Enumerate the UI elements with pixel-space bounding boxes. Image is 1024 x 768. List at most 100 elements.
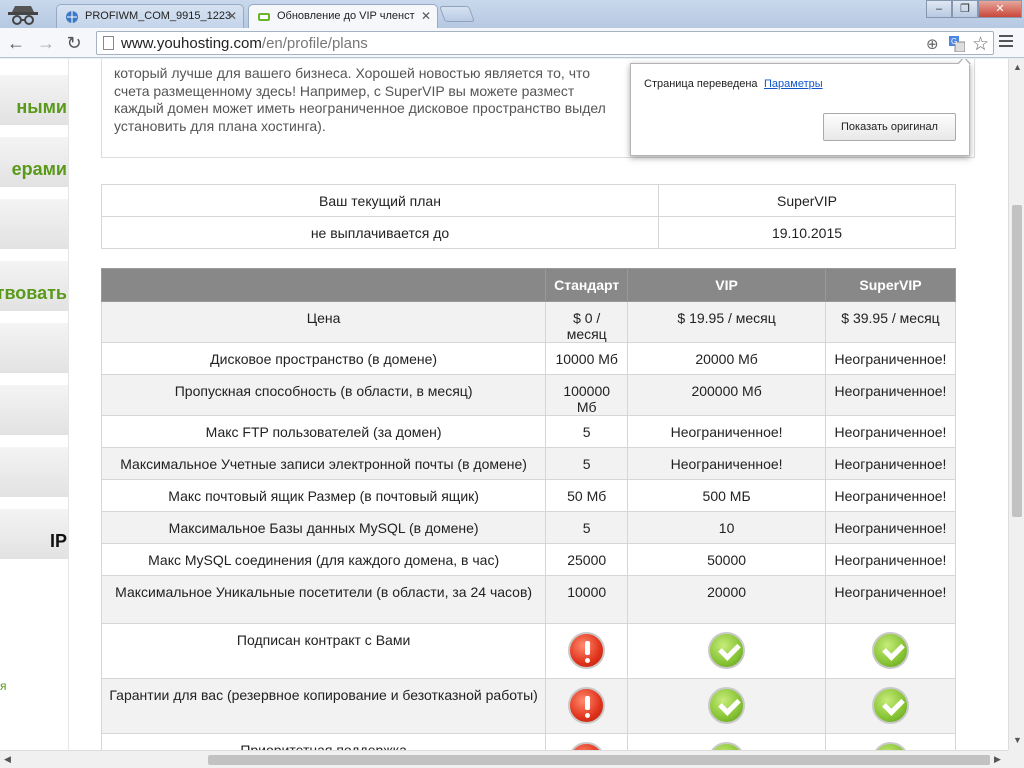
error-icon	[568, 632, 606, 669]
restore-button[interactable]: ❐	[952, 0, 978, 18]
table-row: Цена $ 0 / месяц $ 19.95 / месяц $ 39.95 / …	[100, 301, 956, 343]
scroll-right-icon[interactable]: ▶	[994, 754, 1001, 765]
sidebar-item[interactable]	[0, 385, 69, 441]
scroll-up-icon[interactable]: ▲	[1013, 62, 1022, 72]
table-row: Максимальное Учетные записи электронной …	[100, 447, 956, 480]
plan-value	[545, 623, 629, 679]
sidebar: ными ерами твовать IP я	[0, 59, 69, 750]
plan-value	[627, 733, 826, 750]
feature-label: Макс почтовый ящик Размер (в почтовый ящ…	[100, 479, 547, 512]
plan-value: $ 19.95 / месяц	[627, 301, 826, 343]
plan-value: 50 Мб	[545, 479, 629, 512]
plan-value: 20000	[627, 575, 826, 624]
plan-value: 5	[545, 511, 629, 544]
sidebar-item-label: IP	[49, 531, 67, 551]
feature-label: Дисковое пространство (в домене)	[100, 342, 547, 375]
feature-label: Цена	[100, 301, 547, 343]
plan-value	[627, 623, 826, 679]
paid-until-label: не выплачивается до	[101, 216, 659, 249]
plan-value	[545, 733, 629, 750]
plan-value: Неограниченное!	[825, 342, 956, 375]
tab-vip-upgrade[interactable]: Обновление до VIP членст ✕	[248, 4, 438, 28]
minimize-button[interactable]: –	[926, 0, 952, 18]
vertical-scroll-thumb[interactable]	[1012, 205, 1022, 517]
close-tab-icon[interactable]: ✕	[421, 9, 431, 23]
plan-value: 20000 Мб	[627, 342, 826, 375]
translate-icon[interactable]: G	[949, 36, 965, 52]
sidebar-item[interactable]	[0, 199, 69, 255]
sidebar-item[interactable]: IP	[0, 509, 69, 565]
scroll-down-icon[interactable]: ▼	[1013, 735, 1022, 745]
column-header-vip: VIP	[627, 268, 826, 302]
reload-button[interactable]: ↻	[62, 32, 86, 54]
feature-label: Подписан контракт с Вами	[100, 623, 547, 679]
horizontal-scrollbar[interactable]: ◀ ▶	[0, 750, 1008, 768]
table-row: Максимальное Уникальные посетители (в об…	[100, 575, 956, 624]
tab-profiwm[interactable]: PROFIWM_COM_9915_1223 ✕	[56, 4, 244, 28]
show-original-button[interactable]: Показать оригинал	[823, 113, 956, 141]
address-bar[interactable]: www.youhosting.com/en/profile/plans ⊕ G …	[96, 31, 994, 55]
vertical-scrollbar[interactable]: ▲ ▼	[1008, 59, 1024, 750]
plans-comparison-table: Стандарт VIP SuperVIP Цена $ 0 / месяц $ 1…	[100, 268, 956, 750]
zoom-icon[interactable]: ⊕	[926, 35, 939, 53]
translate-params-link[interactable]: Параметры	[764, 78, 823, 90]
plan-value: 10000	[545, 575, 629, 624]
error-icon	[568, 687, 606, 724]
feature-label: Максимальное Базы данных MySQL (в домене…	[100, 511, 547, 544]
table-row: Пропускная способность (в области, в мес…	[100, 374, 956, 416]
feature-label: Максимальное Учетные записи электронной …	[100, 447, 547, 480]
table-row: Макс FTP пользователей (за домен) 5 Неогра…	[100, 415, 956, 448]
sidebar-item[interactable]: твовать	[0, 261, 69, 317]
plan-value: $ 0 / месяц	[545, 301, 629, 343]
close-tab-icon[interactable]: ✕	[227, 9, 237, 23]
plan-value	[825, 623, 956, 679]
check-icon	[708, 632, 746, 669]
feature-label: Макс FTP пользователей (за домен)	[100, 415, 547, 448]
plan-value: Неограниченное!	[825, 511, 956, 544]
plan-value: 10000 Мб	[545, 342, 629, 375]
table-row: Приоритетная поддержка	[100, 733, 956, 750]
plan-value: Неограниченное!	[627, 447, 826, 480]
current-plan-label: Ваш текущий план	[101, 184, 659, 217]
sidebar-item[interactable]	[0, 323, 69, 379]
feature-label: Приоритетная поддержка	[100, 733, 547, 750]
current-plan-value: SuperVIP	[658, 184, 956, 217]
sidebar-link[interactable]: я	[0, 679, 7, 693]
plan-value: 50000	[627, 543, 826, 576]
back-button[interactable]: ←	[4, 32, 28, 54]
paid-until-value: 19.10.2015	[658, 216, 956, 249]
check-icon	[708, 742, 746, 750]
table-row: Гарантии для вас (резервное копирование …	[100, 678, 956, 734]
sidebar-item[interactable]: ными	[0, 75, 69, 131]
incognito-icon	[8, 6, 38, 25]
column-header-standard: Стандарт	[545, 268, 629, 302]
scroll-left-icon[interactable]: ◀	[4, 754, 11, 765]
forward-button[interactable]: →	[34, 32, 58, 54]
plan-value: 5	[545, 447, 629, 480]
sidebar-item[interactable]	[0, 447, 69, 503]
new-tab-button[interactable]	[439, 6, 475, 22]
check-icon	[872, 687, 909, 724]
plan-value: Неограниченное!	[825, 575, 956, 624]
horizontal-scroll-thumb[interactable]	[208, 755, 990, 765]
plan-value	[627, 678, 826, 734]
plan-value	[825, 733, 956, 750]
bookmark-star-icon[interactable]: ☆	[972, 33, 989, 56]
check-icon	[872, 632, 909, 669]
plan-value	[545, 678, 629, 734]
plan-value	[825, 678, 956, 734]
close-window-button[interactable]: ✕	[978, 0, 1022, 18]
feature-label: Пропускная способность (в области, в мес…	[100, 374, 547, 416]
table-row: Дисковое пространство (в домене) 10000 Мб…	[100, 342, 956, 375]
svg-text:G: G	[951, 37, 957, 46]
plan-value: 100000 Мб	[545, 374, 629, 416]
scrollbar-corner	[1008, 750, 1024, 768]
menu-icon[interactable]	[999, 35, 1013, 51]
plan-value: 25000	[545, 543, 629, 576]
table-row: Макс почтовый ящик Размер (в почтовый ящ…	[100, 479, 956, 512]
sidebar-item[interactable]: ерами	[0, 137, 69, 193]
plan-value: Неограниченное!	[825, 543, 956, 576]
url-text: www.youhosting.com/en/profile/plans	[121, 35, 368, 52]
browser-toolbar: ← → ↻ www.youhosting.com/en/profile/plan…	[0, 28, 1024, 58]
feature-label: Макс MySQL соединения (для каждого домен…	[100, 543, 547, 576]
